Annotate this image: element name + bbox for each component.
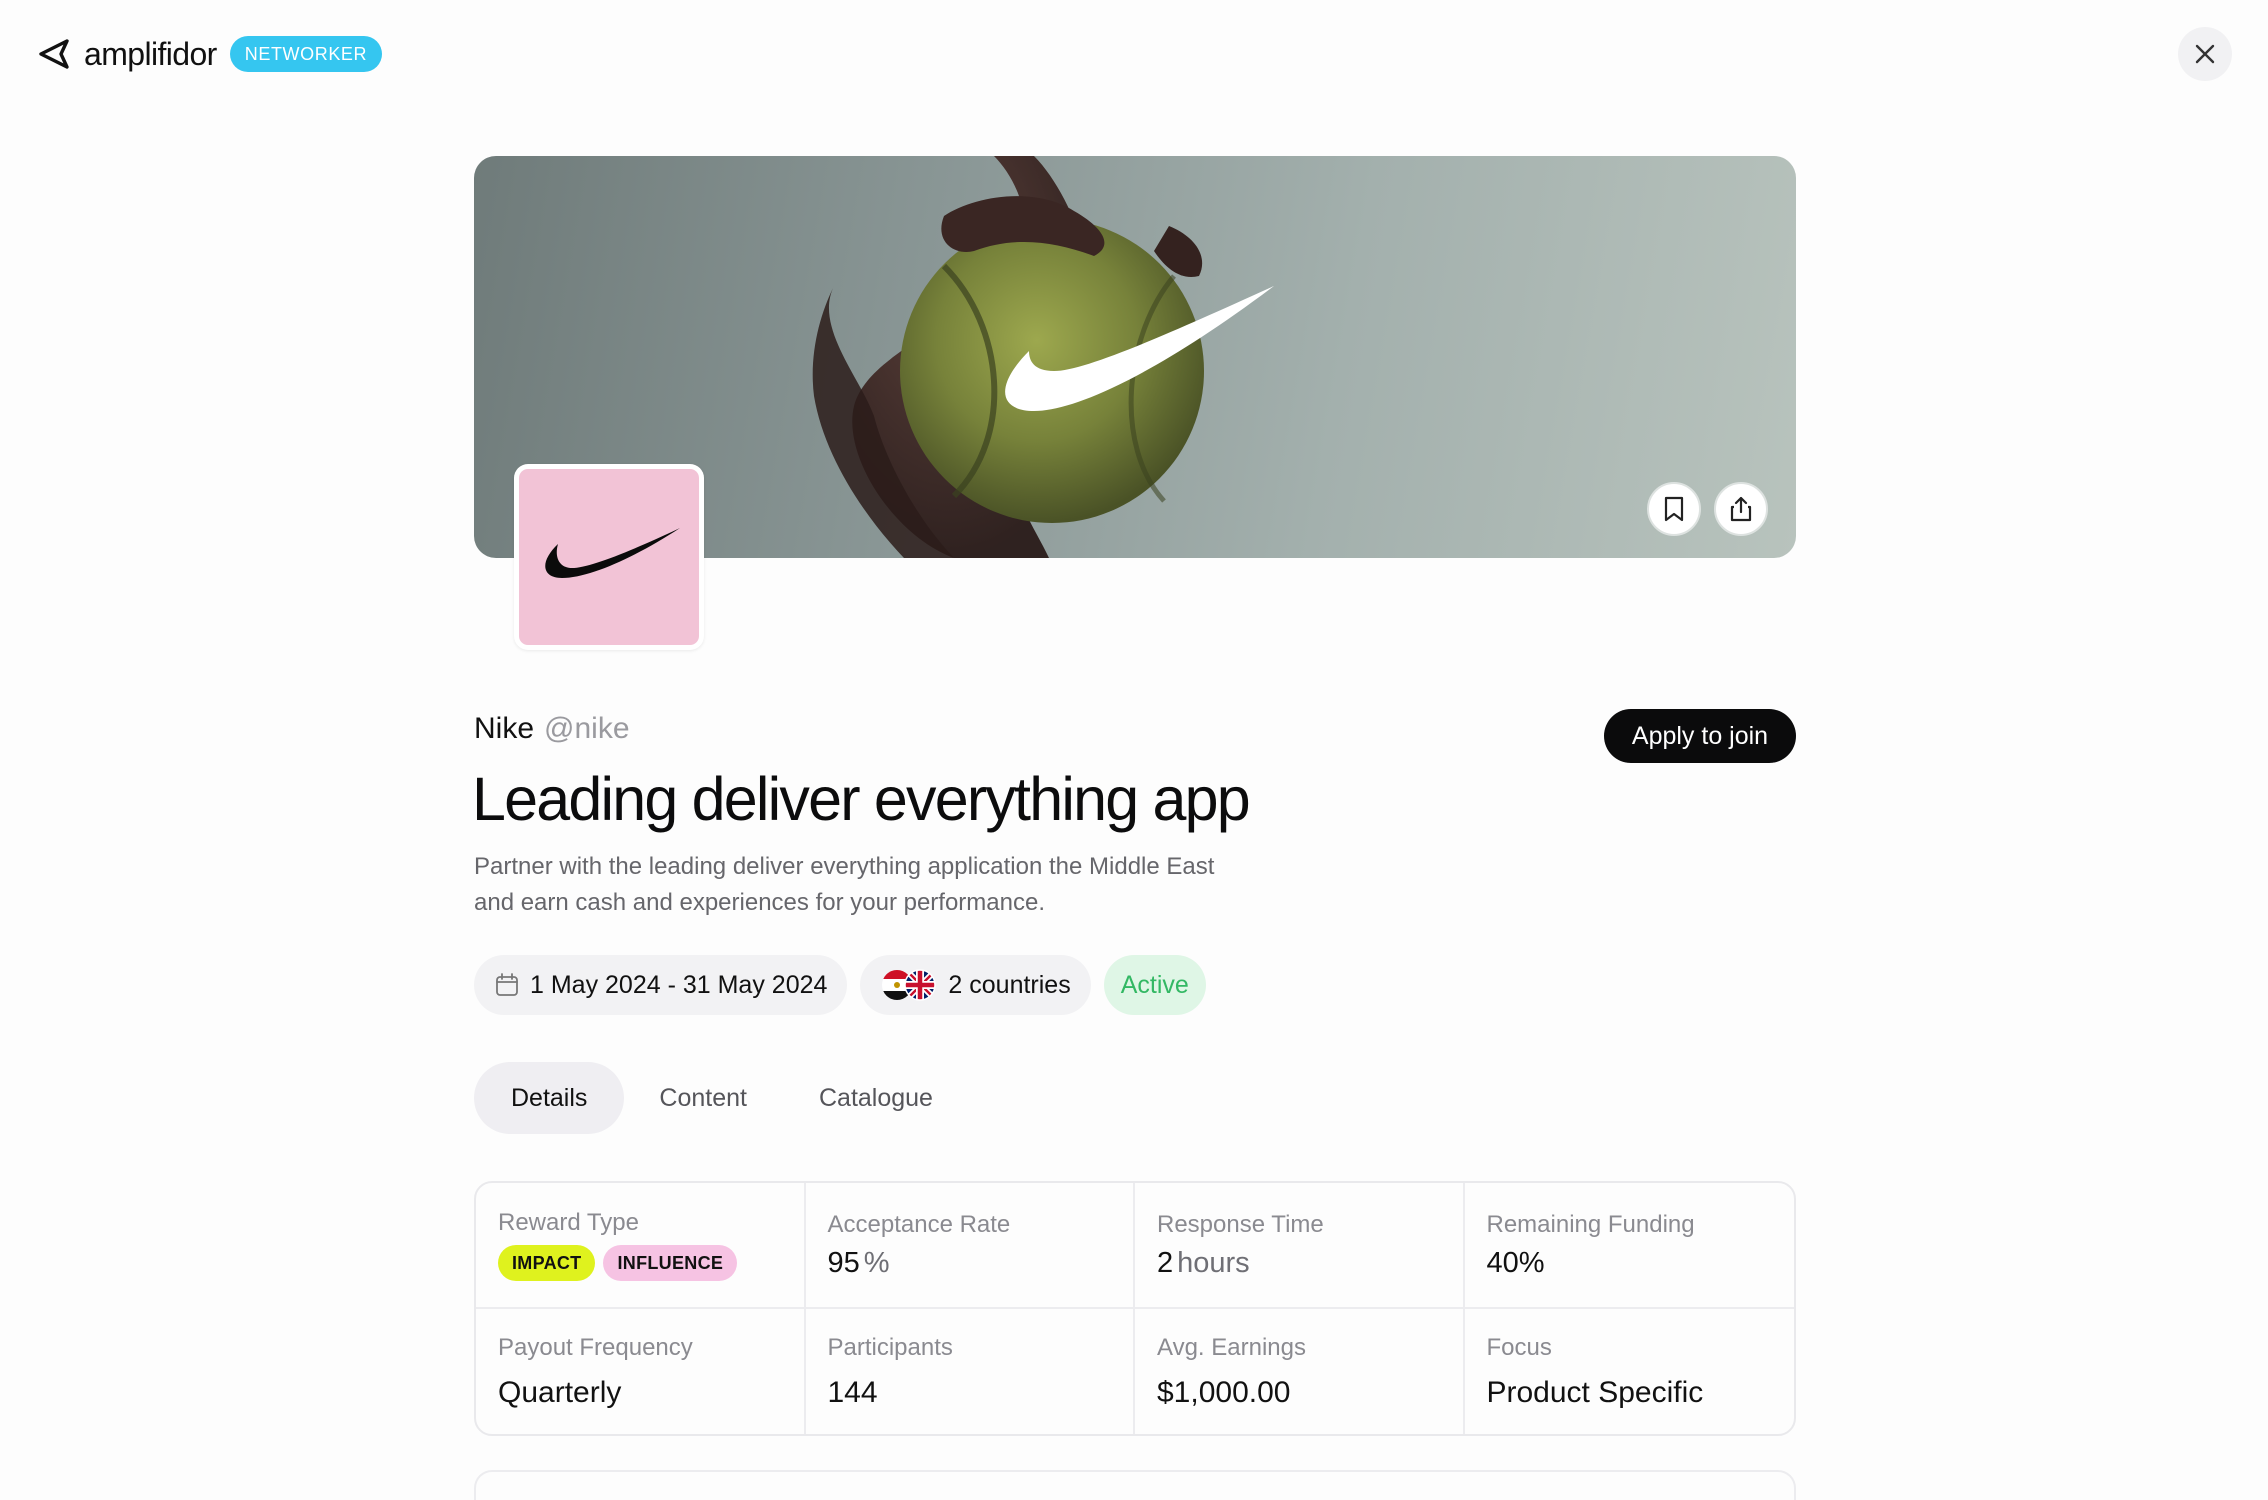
stat-label: Participants bbox=[827, 1333, 953, 1361]
stat-remaining-funding: Remaining Funding 40% bbox=[1464, 1183, 1794, 1309]
stat-value: 2 bbox=[1157, 1246, 1174, 1279]
stat-value: Quarterly bbox=[498, 1375, 622, 1409]
stat-value: 95 bbox=[827, 1246, 860, 1279]
tab-content[interactable]: Content bbox=[622, 1062, 784, 1134]
countries-chip[interactable]: 2 countries bbox=[860, 955, 1091, 1015]
stat-payout-frequency: Payout Frequency Quarterly bbox=[476, 1309, 806, 1434]
stat-label: Acceptance Rate bbox=[827, 1210, 1011, 1238]
logo-icon bbox=[39, 39, 69, 69]
stat-label: Focus bbox=[1486, 1333, 1552, 1361]
tab-bar: Details Content Catalogue bbox=[474, 1062, 970, 1134]
next-section-card bbox=[474, 1470, 1796, 1500]
bookmark-icon bbox=[1664, 496, 1684, 522]
app-logo[interactable]: amplifidor NETWORKER bbox=[36, 34, 383, 74]
countries-count: 2 countries bbox=[948, 970, 1071, 999]
stat-acceptance-rate: Acceptance Rate 95% bbox=[805, 1183, 1135, 1309]
app-name: amplifidor bbox=[84, 35, 217, 72]
stat-value: 40% bbox=[1486, 1246, 1545, 1279]
stat-reward-type: Reward Type IMPACT INFLUENCE bbox=[476, 1183, 806, 1309]
stat-unit: hours bbox=[1177, 1246, 1250, 1279]
stat-label: Reward Type bbox=[498, 1209, 639, 1236]
status-badge: Active bbox=[1103, 955, 1206, 1015]
stat-label: Remaining Funding bbox=[1486, 1210, 1695, 1238]
flags-icon bbox=[882, 969, 937, 1001]
tag-influence: INFLUENCE bbox=[603, 1245, 738, 1281]
campaign-description: Partner with the leading deliver everyth… bbox=[474, 853, 1215, 916]
tab-catalogue[interactable]: Catalogue bbox=[782, 1062, 970, 1134]
stats-grid: Reward Type IMPACT INFLUENCE Acceptance … bbox=[474, 1181, 1796, 1436]
brand-handle[interactable]: @nike bbox=[544, 712, 630, 746]
stat-unit: % bbox=[863, 1246, 890, 1279]
campaign-title: Leading deliver everything app bbox=[472, 765, 1251, 833]
share-button[interactable] bbox=[1714, 482, 1768, 536]
stat-avg-earnings: Avg. Earnings $1,000.00 bbox=[1135, 1309, 1465, 1434]
tag-impact: IMPACT bbox=[498, 1245, 596, 1281]
date-range-chip: 1 May 2024 - 31 May 2024 bbox=[474, 955, 848, 1015]
apply-button[interactable]: Apply to join bbox=[1604, 709, 1796, 763]
close-button[interactable] bbox=[2178, 27, 2232, 81]
stat-label: Response Time bbox=[1157, 1210, 1324, 1238]
calendar-icon bbox=[496, 973, 518, 996]
stat-label: Avg. Earnings bbox=[1157, 1333, 1306, 1361]
brand-line: Nike @nike bbox=[474, 712, 630, 746]
tab-details[interactable]: Details bbox=[474, 1062, 625, 1134]
bookmark-button[interactable] bbox=[1647, 482, 1701, 536]
date-range: 1 May 2024 - 31 May 2024 bbox=[530, 970, 828, 999]
role-badge: NETWORKER bbox=[229, 36, 383, 72]
stat-value: 144 bbox=[827, 1375, 878, 1409]
brand-avatar bbox=[514, 464, 704, 650]
campaign-page: amplifidor NETWORKER Nike @nike Apply to… bbox=[0, 0, 2268, 1500]
stat-focus: Focus Product Specific bbox=[1465, 1309, 1795, 1434]
campaign-meta: 1 May 2024 - 31 May 2024 2 countries Act… bbox=[474, 955, 1206, 1015]
stat-participants: Participants 144 bbox=[806, 1309, 1135, 1434]
stat-value: $1,000.00 bbox=[1157, 1375, 1291, 1409]
stat-value: Product Specific bbox=[1486, 1375, 1704, 1409]
stat-label: Payout Frequency bbox=[498, 1333, 693, 1361]
share-icon bbox=[1730, 496, 1752, 522]
nike-logo bbox=[545, 528, 680, 578]
stat-response-time: Response Time 2 hours bbox=[1135, 1183, 1465, 1309]
close-icon bbox=[2195, 44, 2215, 64]
brand-name: Nike bbox=[474, 712, 535, 745]
